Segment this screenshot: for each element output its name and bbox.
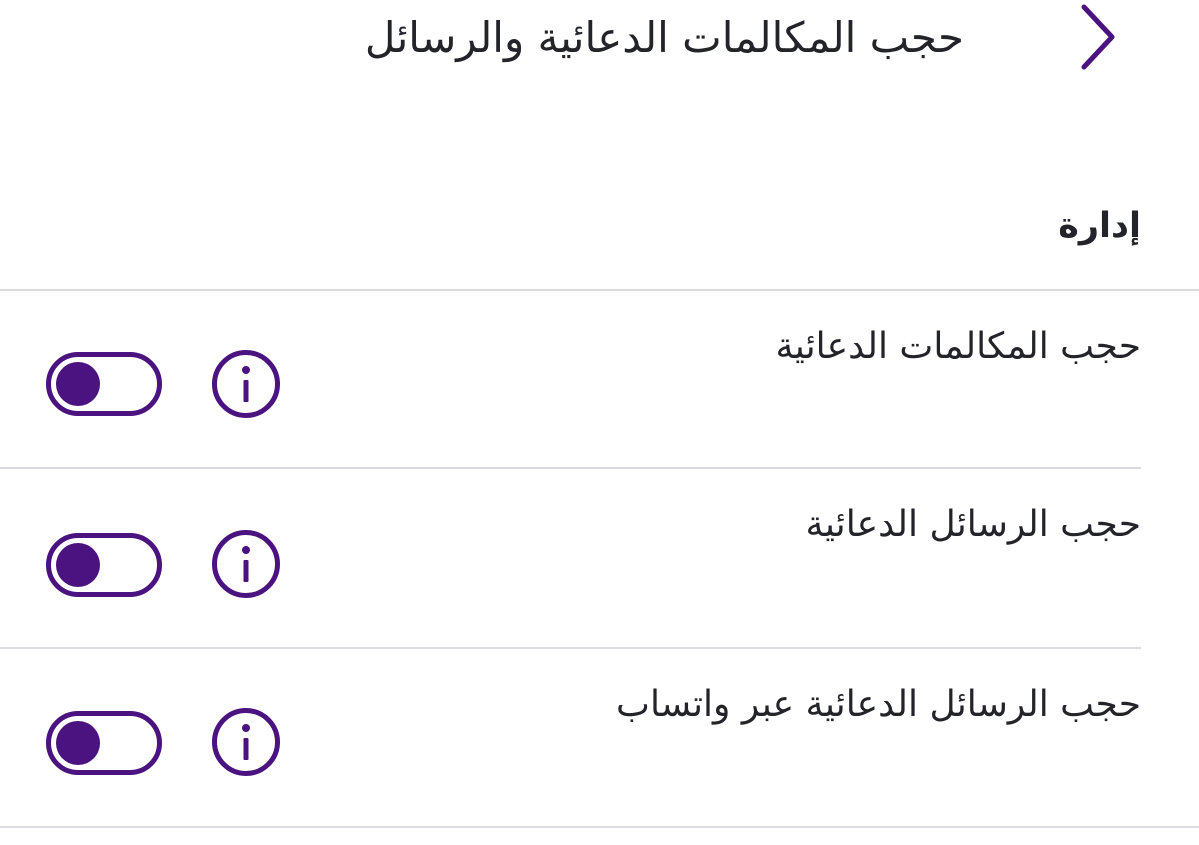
info-icon <box>212 350 280 418</box>
toggle-knob <box>56 721 100 765</box>
toggle-switch[interactable] <box>46 533 162 597</box>
toggle-knob <box>56 362 100 406</box>
row-divider <box>0 826 1199 828</box>
info-icon <box>212 530 280 598</box>
info-icon <box>212 708 280 776</box>
toggle-knob <box>56 543 100 587</box>
app-header: حجب المكالمات الدعائية والرسائل <box>0 0 1199 100</box>
setting-label: حجب المكالمات الدعائية <box>775 326 1141 367</box>
chevron-right-icon <box>1081 4 1115 70</box>
section-title: إدارة <box>1058 206 1141 246</box>
info-button[interactable] <box>210 528 282 600</box>
info-button[interactable] <box>210 348 282 420</box>
setting-row-block-whatsapp-ads: حجب الرسائل الدعائية عبر واتساب <box>0 649 1199 827</box>
page-title: حجب المكالمات الدعائية والرسائل <box>364 13 964 62</box>
setting-row-block-ad-calls: حجب المكالمات الدعائية <box>0 291 1199 469</box>
toggle-switch[interactable] <box>46 352 162 416</box>
setting-row-block-ad-messages: حجب الرسائل الدعائية <box>0 469 1199 647</box>
toggle-switch[interactable] <box>46 711 162 775</box>
info-button[interactable] <box>210 706 282 778</box>
setting-label: حجب الرسائل الدعائية عبر واتساب <box>616 684 1141 725</box>
setting-label: حجب الرسائل الدعائية <box>805 504 1141 545</box>
back-button[interactable] <box>1068 0 1128 72</box>
